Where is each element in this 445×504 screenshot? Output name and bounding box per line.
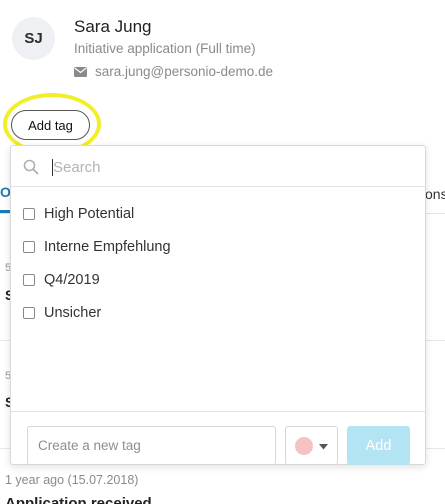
tag-option[interactable]: High Potential — [23, 197, 171, 230]
tag-search-row — [11, 146, 425, 187]
add-button[interactable]: Add — [347, 426, 410, 465]
tag-search-input[interactable] — [53, 154, 393, 180]
new-tag-footer: Add — [11, 411, 425, 466]
tag-checkbox[interactable] — [23, 306, 35, 319]
tag-list: High Potential Interne Empfehlung Q4/201… — [23, 197, 171, 329]
new-tag-input[interactable] — [27, 426, 276, 465]
tag-label: Unsicher — [44, 304, 102, 321]
color-picker[interactable] — [285, 426, 338, 465]
envelope-icon — [74, 66, 87, 77]
tag-checkbox[interactable] — [23, 207, 35, 220]
candidate-name: Sara Jung — [74, 17, 152, 36]
tag-label: Interne Empfehlung — [44, 238, 171, 255]
tag-checkbox[interactable] — [23, 273, 35, 286]
activity-timestamp: 1 year ago (15.07.2018) — [5, 473, 139, 487]
activity-title: Application received — [5, 495, 152, 504]
tag-label: Q4/2019 — [44, 271, 100, 288]
caret-down-icon — [319, 437, 328, 455]
search-icon — [23, 159, 39, 180]
tag-option[interactable]: Q4/2019 — [23, 263, 171, 296]
email-row: sara.jung@personio-demo.de — [74, 64, 273, 79]
tag-checkbox[interactable] — [23, 240, 35, 253]
tag-dropdown: High Potential Interne Empfehlung Q4/201… — [10, 145, 426, 465]
avatar: SJ — [12, 17, 55, 60]
tag-option[interactable]: Unsicher — [23, 296, 171, 329]
color-swatch — [295, 436, 313, 455]
application-type: Initiative application (Full time) — [74, 41, 256, 56]
tag-label: High Potential — [44, 205, 135, 222]
tab-fragment-right[interactable]: ons — [425, 186, 445, 202]
candidate-email[interactable]: sara.jung@personio-demo.de — [95, 64, 273, 79]
tag-option[interactable]: Interne Empfehlung — [23, 230, 171, 263]
